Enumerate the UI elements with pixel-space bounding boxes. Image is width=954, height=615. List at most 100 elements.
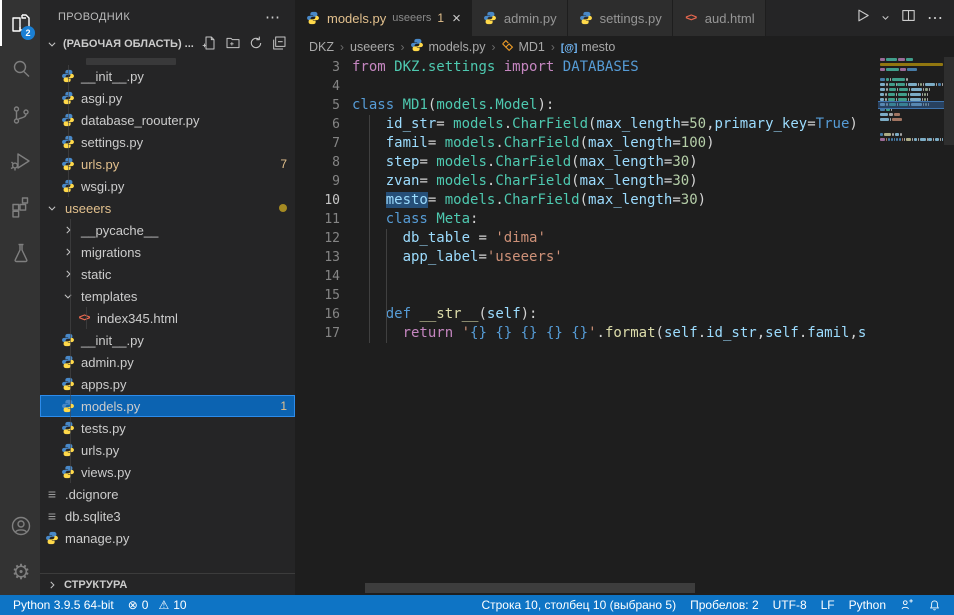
tree-item-label: urls.py	[81, 157, 119, 172]
tree-file-tests.py[interactable]: tests.py	[40, 417, 295, 439]
tab-settings.py[interactable]: settings.py	[568, 0, 673, 36]
code-text: db_table = 'dima'	[352, 229, 546, 248]
tree-file-db.sqlite3[interactable]: ≡db.sqlite3	[40, 505, 295, 527]
tree-item-label: static	[81, 267, 111, 282]
breadcrumb-label: MD1	[518, 40, 544, 54]
tree-item-label: .dcignore	[65, 487, 118, 502]
breadcrumb-item-mesto[interactable]: [@]mesto	[561, 40, 615, 54]
bell-icon[interactable]	[921, 595, 948, 615]
tree-file-settings.py[interactable]: settings.py	[40, 131, 295, 153]
tree-file-__init__.py[interactable]: __init__.py	[40, 329, 295, 351]
more-actions-icon[interactable]: ⋯	[265, 8, 281, 26]
tree-folder-migrations[interactable]: migrations	[40, 241, 295, 263]
tree-file-index345.html[interactable]: <>index345.html	[40, 307, 295, 329]
split-editor-icon[interactable]	[900, 7, 917, 29]
line-number: 6	[295, 115, 340, 134]
status-item[interactable]: Python	[842, 595, 893, 615]
settings-gear-icon[interactable]: ⚙	[0, 549, 40, 595]
run-chevron-icon[interactable]	[881, 9, 890, 27]
tree-file-asgi.py[interactable]: asgi.py	[40, 87, 295, 109]
close-icon[interactable]: ×	[452, 10, 461, 27]
breadcrumb-label: DKZ	[309, 40, 334, 54]
breadcrumb-item-DKZ[interactable]: DKZ	[309, 40, 334, 54]
indent-guide	[369, 115, 370, 343]
outline-section-label: СТРУКТУРА	[64, 579, 127, 591]
status-text: Строка 10, столбец 10 (выбрано 5)	[481, 598, 676, 612]
html-file-icon: <>	[76, 312, 92, 324]
status-item[interactable]: Строка 10, столбец 10 (выбрано 5)	[474, 595, 683, 615]
tabs: models.pyuseeers1×admin.pysettings.py<>a…	[295, 0, 766, 36]
code-lines: 3from DKZ.settings import DATABASES45cla…	[295, 58, 878, 343]
tab-label: models.py	[327, 11, 386, 26]
line-number: 12	[295, 229, 340, 248]
status-item[interactable]: UTF-8	[766, 595, 814, 615]
tree-item-label: tests.py	[81, 421, 126, 436]
status-text: LF	[821, 598, 835, 612]
tree-folder-static[interactable]: static	[40, 263, 295, 285]
vertical-scrollbar[interactable]	[944, 57, 954, 145]
tree-file-urls.py[interactable]: urls.py	[40, 439, 295, 461]
line-number: 11	[295, 210, 340, 229]
status-text: UTF-8	[773, 598, 807, 612]
line-number: 5	[295, 96, 340, 115]
status-item[interactable]: LF	[814, 595, 842, 615]
refresh-icon[interactable]	[248, 35, 264, 54]
tree-item-label: database_roouter.py	[81, 113, 200, 128]
chevron-right-icon	[60, 269, 76, 279]
clipped-tree-item	[40, 55, 295, 65]
tree-folder-templates[interactable]: templates	[40, 285, 295, 307]
minimap-selection-highlight	[878, 101, 944, 109]
extensions-icon[interactable]	[0, 184, 40, 230]
search-icon[interactable]	[0, 46, 40, 92]
tree-item-label: __init__.py	[81, 333, 144, 348]
minimap[interactable]	[878, 57, 944, 142]
collapse-all-icon[interactable]	[271, 35, 287, 54]
tree-file-database_roouter.py[interactable]: database_roouter.py	[40, 109, 295, 131]
python-file-icon	[60, 377, 76, 391]
tree-item-label: manage.py	[65, 531, 129, 546]
run-icon[interactable]	[854, 7, 871, 29]
tree-file-manage.py[interactable]: manage.py	[40, 527, 295, 549]
run-debug-icon[interactable]	[0, 138, 40, 184]
code-line-11: 11 class Meta:	[295, 210, 878, 229]
source-control-icon[interactable]	[0, 92, 40, 138]
tab-aud.html[interactable]: <>aud.html	[673, 0, 766, 36]
testing-icon[interactable]	[0, 230, 40, 276]
breadcrumb-item-models.py[interactable]: models.py	[410, 38, 485, 55]
line-number: 4	[295, 77, 340, 96]
feedback-icon[interactable]	[893, 595, 921, 615]
chevron-down-icon	[44, 203, 60, 213]
tree-file-models.py[interactable]: models.py1	[40, 395, 295, 417]
horizontal-scrollbar[interactable]	[365, 583, 695, 593]
tree-file-apps.py[interactable]: apps.py	[40, 373, 295, 395]
workspace-section-header[interactable]: (РАБОЧАЯ ОБЛАСТЬ) ...	[40, 33, 295, 55]
tree-folder-__pycache__[interactable]: __pycache__	[40, 219, 295, 241]
tab-admin.py[interactable]: admin.py	[472, 0, 568, 36]
new-file-icon[interactable]	[202, 35, 218, 54]
breadcrumb-item-useeers[interactable]: useeers	[350, 40, 394, 54]
explorer-icon[interactable]: 2	[0, 0, 40, 46]
tree-item-label: views.py	[81, 465, 131, 480]
tree-file-urls.py[interactable]: urls.py7	[40, 153, 295, 175]
new-folder-icon[interactable]	[225, 35, 241, 54]
line-number: 8	[295, 153, 340, 172]
tree-file-views.py[interactable]: views.py	[40, 461, 295, 483]
tree-item-label: admin.py	[81, 355, 134, 370]
tab-models.py[interactable]: models.pyuseeers1×	[295, 0, 472, 36]
code-text: famil= models.CharField(max_length=100)	[352, 134, 715, 153]
code-text: return '{} {} {} {} {}'.format(self.id_s…	[352, 324, 866, 343]
outline-section-header[interactable]: СТРУКТУРА	[40, 573, 295, 595]
breadcrumb: DKZ›useeers›models.py›MD1›[@]mesto	[295, 36, 954, 57]
status-item[interactable]: Python 3.9.5 64-bit	[6, 595, 121, 615]
tree-file-admin.py[interactable]: admin.py	[40, 351, 295, 373]
problems-status[interactable]: ⊗0⚠10	[121, 595, 194, 615]
tree-file-wsgi.py[interactable]: wsgi.py	[40, 175, 295, 197]
tree-file-__init__.py[interactable]: __init__.py	[40, 65, 295, 87]
account-icon[interactable]	[0, 503, 40, 549]
status-item[interactable]: Пробелов: 2	[683, 595, 766, 615]
breadcrumb-item-MD1[interactable]: MD1	[501, 39, 544, 55]
code-area[interactable]: 3from DKZ.settings import DATABASES45cla…	[295, 57, 954, 595]
more-actions-icon[interactable]: ⋯	[927, 8, 944, 28]
tree-file-.dcignore[interactable]: ≡.dcignore	[40, 483, 295, 505]
tree-folder-useeers[interactable]: useeers	[40, 197, 295, 219]
